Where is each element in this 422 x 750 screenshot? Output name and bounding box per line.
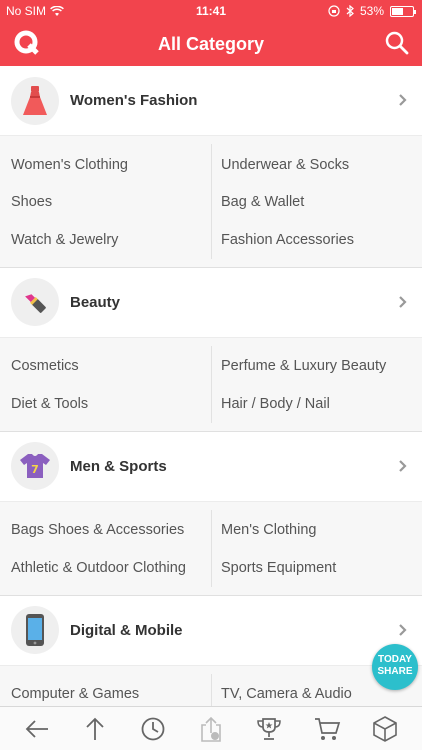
subcategory-cosmetics[interactable]: Cosmetics: [0, 358, 211, 374]
subcategory-athletic-outdoor-clothing[interactable]: Athletic & Outdoor Clothing: [0, 560, 211, 576]
page-title: All Category: [157, 34, 265, 54]
today-share-line1: TODAY: [378, 654, 412, 665]
category-list[interactable]: Women's Fashion Women's Clothing Underwe…: [0, 66, 422, 706]
category-beauty[interactable]: Beauty: [0, 267, 422, 338]
back-button[interactable]: [17, 709, 57, 749]
share-button[interactable]: [191, 709, 231, 749]
category-title: Digital & Mobile: [70, 621, 183, 639]
subcategory-grid: Bags Shoes & Accessories Men's Clothing …: [0, 501, 422, 596]
category-title: Beauty: [70, 293, 121, 311]
subcategory-womens-clothing[interactable]: Women's Clothing: [0, 157, 211, 173]
subcategory-grid: Women's Clothing Underwear & Socks Shoes…: [0, 136, 422, 268]
cart-icon: [315, 717, 341, 740]
subcategory-mens-clothing[interactable]: Men's Clothing: [211, 522, 422, 538]
chevron-right-icon: [399, 459, 407, 472]
box-button[interactable]: [365, 709, 405, 749]
chevron-right-icon: [399, 94, 407, 106]
subcategory-grid: Cosmetics Perfume & Luxury Beauty Diet &…: [0, 337, 422, 432]
scroll-top-button[interactable]: [75, 709, 115, 749]
subcategory-bags-shoes-accessories[interactable]: Bags Shoes & Accessories: [0, 522, 211, 538]
subcategory-perfume-luxury-beauty[interactable]: Perfume & Luxury Beauty: [211, 358, 422, 374]
box-icon: [373, 715, 397, 742]
lipstick-icon: [11, 278, 59, 326]
subcategory-fashion-accessories[interactable]: Fashion Accessories: [211, 232, 422, 248]
battery-percent: 53%: [359, 4, 384, 18]
jersey-icon: 7: [11, 442, 59, 490]
battery-icon: [390, 5, 416, 17]
status-bar: No SIM 11:41 53%: [0, 0, 422, 22]
dress-icon: [11, 76, 59, 125]
trophy-icon: [257, 717, 281, 740]
chevron-right-icon: [399, 295, 407, 308]
svg-text:7: 7: [31, 463, 39, 476]
share-icon: [201, 716, 221, 742]
cart-button[interactable]: [307, 709, 347, 749]
subcategory-bag-wallet[interactable]: Bag & Wallet: [211, 194, 422, 210]
today-share-line2: SHARE: [377, 666, 413, 677]
history-button[interactable]: [133, 709, 173, 749]
orientation-lock-icon: [328, 5, 340, 17]
trophy-button[interactable]: [249, 709, 289, 749]
category-digital-mobile[interactable]: Digital & Mobile: [0, 595, 422, 666]
subcategory-computer-games[interactable]: Computer & Games: [0, 686, 211, 702]
scroll-top-icon: [86, 717, 104, 740]
history-icon: [141, 717, 165, 740]
subcategory-sports-equipment[interactable]: Sports Equipment: [211, 560, 422, 576]
bluetooth-icon: [346, 5, 354, 17]
category-title: Men & Sports: [70, 457, 167, 475]
chevron-right-icon: [399, 623, 407, 636]
category-womens-fashion[interactable]: Women's Fashion: [0, 66, 422, 136]
category-title: Women's Fashion: [70, 92, 198, 109]
smartphone-icon: [11, 606, 59, 654]
app-header: All Category: [0, 22, 422, 66]
subcategory-watch-jewelry[interactable]: Watch & Jewelry: [0, 232, 211, 248]
back-icon: [25, 719, 48, 738]
subcategory-shoes[interactable]: Shoes: [0, 194, 211, 210]
subcategory-grid: Computer & Games TV, Camera & Audio: [0, 665, 422, 706]
today-share-button[interactable]: TODAY SHARE: [372, 644, 418, 690]
bottom-toolbar: [0, 706, 422, 750]
subcategory-hair-body-nail[interactable]: Hair / Body / Nail: [211, 396, 422, 412]
subcategory-diet-tools[interactable]: Diet & Tools: [0, 396, 211, 412]
search-icon[interactable]: [384, 30, 410, 56]
category-men-sports[interactable]: 7 Men & Sports: [0, 431, 422, 502]
subcategory-underwear-socks[interactable]: Underwear & Socks: [211, 157, 422, 173]
